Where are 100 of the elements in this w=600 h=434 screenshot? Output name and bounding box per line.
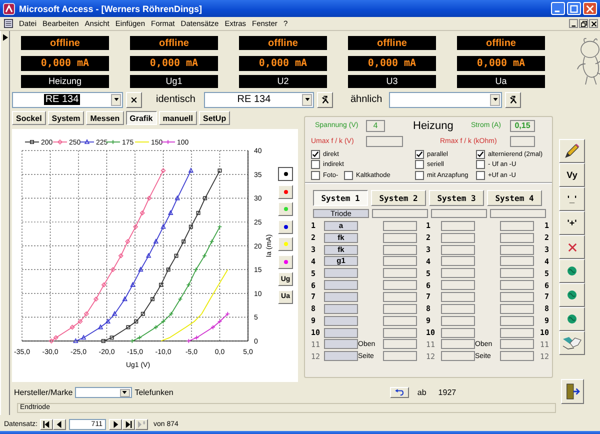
pin-field[interactable] (441, 256, 475, 266)
pin-field[interactable] (441, 244, 475, 255)
pin-field[interactable] (441, 220, 475, 231)
identical-combo-box[interactable]: RE 134 (204, 92, 314, 108)
checkbox[interactable] (415, 170, 424, 180)
checkbox[interactable] (311, 150, 320, 159)
delete-button[interactable] (559, 235, 585, 259)
checkbox[interactable] (311, 170, 320, 180)
pin-field[interactable] (500, 280, 534, 290)
pin-field[interactable] (441, 351, 475, 362)
pin-field[interactable] (500, 328, 534, 338)
tube-combo-box[interactable]: RE 134 (12, 92, 123, 108)
dropdown-button[interactable] (302, 94, 312, 106)
pin-field[interactable] (383, 328, 417, 338)
system-tab[interactable]: System 4 (487, 190, 542, 206)
pin-field[interactable] (383, 232, 417, 243)
pin-field[interactable] (441, 280, 475, 290)
tab[interactable]: Grafik (126, 111, 157, 125)
first-record-button[interactable] (40, 418, 54, 430)
pin-field[interactable] (441, 292, 475, 302)
globe-button[interactable] (559, 307, 585, 331)
pin-field[interactable] (324, 304, 358, 314)
pin-field[interactable] (500, 304, 534, 314)
tool-button[interactable]: Vy (559, 163, 585, 187)
restore-button[interactable] (579, 19, 588, 28)
pin-field[interactable] (324, 339, 358, 350)
pin-field[interactable] (500, 339, 534, 350)
rmax-field[interactable] (510, 136, 535, 147)
checkbox[interactable] (311, 160, 320, 170)
dropdown-button[interactable] (111, 94, 121, 106)
dropdown-button[interactable] (120, 388, 130, 396)
system-tab[interactable]: System 2 (371, 190, 426, 206)
pin-field[interactable] (324, 268, 358, 278)
pin-field[interactable] (324, 316, 358, 326)
pin-field[interactable] (383, 339, 417, 350)
next-record-button[interactable] (109, 418, 122, 430)
pin-field[interactable] (383, 256, 417, 266)
edit-button[interactable] (559, 139, 585, 163)
system-type-field[interactable] (490, 209, 546, 218)
pin-field[interactable] (383, 351, 417, 362)
pin-field[interactable] (324, 280, 358, 290)
pin-field[interactable] (324, 328, 358, 338)
tools-button[interactable] (505, 92, 522, 108)
tool-button[interactable]: '+' (559, 211, 585, 235)
pin-field[interactable] (383, 244, 417, 255)
color-button[interactable] (278, 167, 293, 181)
globe-button[interactable] (559, 283, 585, 307)
undo-button[interactable] (390, 387, 410, 398)
tab[interactable]: Sockel (12, 111, 46, 125)
pin-field[interactable] (441, 232, 475, 243)
pin-field[interactable] (441, 328, 475, 338)
pin-field[interactable] (500, 256, 534, 266)
last-record-button[interactable] (122, 418, 136, 430)
pin-field[interactable] (500, 292, 534, 302)
new-record-button[interactable] (135, 418, 148, 430)
pin-field[interactable] (441, 339, 475, 350)
maximize-button[interactable] (567, 2, 581, 15)
pin-field[interactable] (500, 316, 534, 326)
pin-field[interactable] (441, 304, 475, 314)
tool-button[interactable]: '_' (559, 187, 585, 211)
dropdown-button[interactable] (490, 94, 500, 106)
pin-field[interactable] (383, 304, 417, 314)
pin-field[interactable] (383, 280, 417, 290)
system-tab[interactable]: System 3 (429, 190, 484, 206)
tab[interactable]: System (48, 111, 84, 125)
pin-field[interactable] (324, 351, 358, 362)
system-type-field[interactable] (372, 209, 428, 218)
pin-field[interactable] (383, 268, 417, 278)
pin-field[interactable] (500, 220, 534, 231)
record-selector[interactable] (0, 31, 10, 415)
pin-field[interactable] (441, 268, 475, 278)
pin-field[interactable] (500, 351, 534, 362)
checkbox[interactable] (415, 160, 424, 170)
pin-field[interactable] (500, 268, 534, 278)
minimize-button[interactable] (569, 19, 578, 28)
pin-field[interactable] (383, 220, 417, 231)
pin-field[interactable] (500, 232, 534, 243)
close-button[interactable] (589, 19, 598, 28)
system-type-field[interactable] (431, 209, 487, 218)
exit-button[interactable] (561, 379, 584, 404)
checkbox[interactable] (415, 150, 424, 159)
pin-field[interactable] (383, 292, 417, 302)
checkbox[interactable] (476, 150, 485, 159)
tab[interactable]: SetUp (198, 111, 230, 125)
umax-field[interactable] (366, 136, 403, 147)
clear-button[interactable] (126, 92, 142, 108)
pin-field[interactable] (500, 244, 534, 255)
pin-field[interactable] (441, 316, 475, 326)
tools-button[interactable] (317, 92, 334, 108)
previous-record-button[interactable] (53, 418, 66, 430)
pin-field[interactable] (383, 316, 417, 326)
checkbox[interactable] (476, 170, 485, 180)
tab[interactable]: manuell (158, 111, 197, 125)
globe-button[interactable] (559, 259, 585, 283)
pin-field[interactable] (324, 292, 358, 302)
handshake-button[interactable] (559, 331, 585, 355)
checkbox[interactable] (476, 160, 485, 170)
tab[interactable]: Messen (86, 111, 124, 125)
checkbox[interactable] (344, 170, 353, 180)
system-tab[interactable]: System 1 (313, 190, 368, 206)
